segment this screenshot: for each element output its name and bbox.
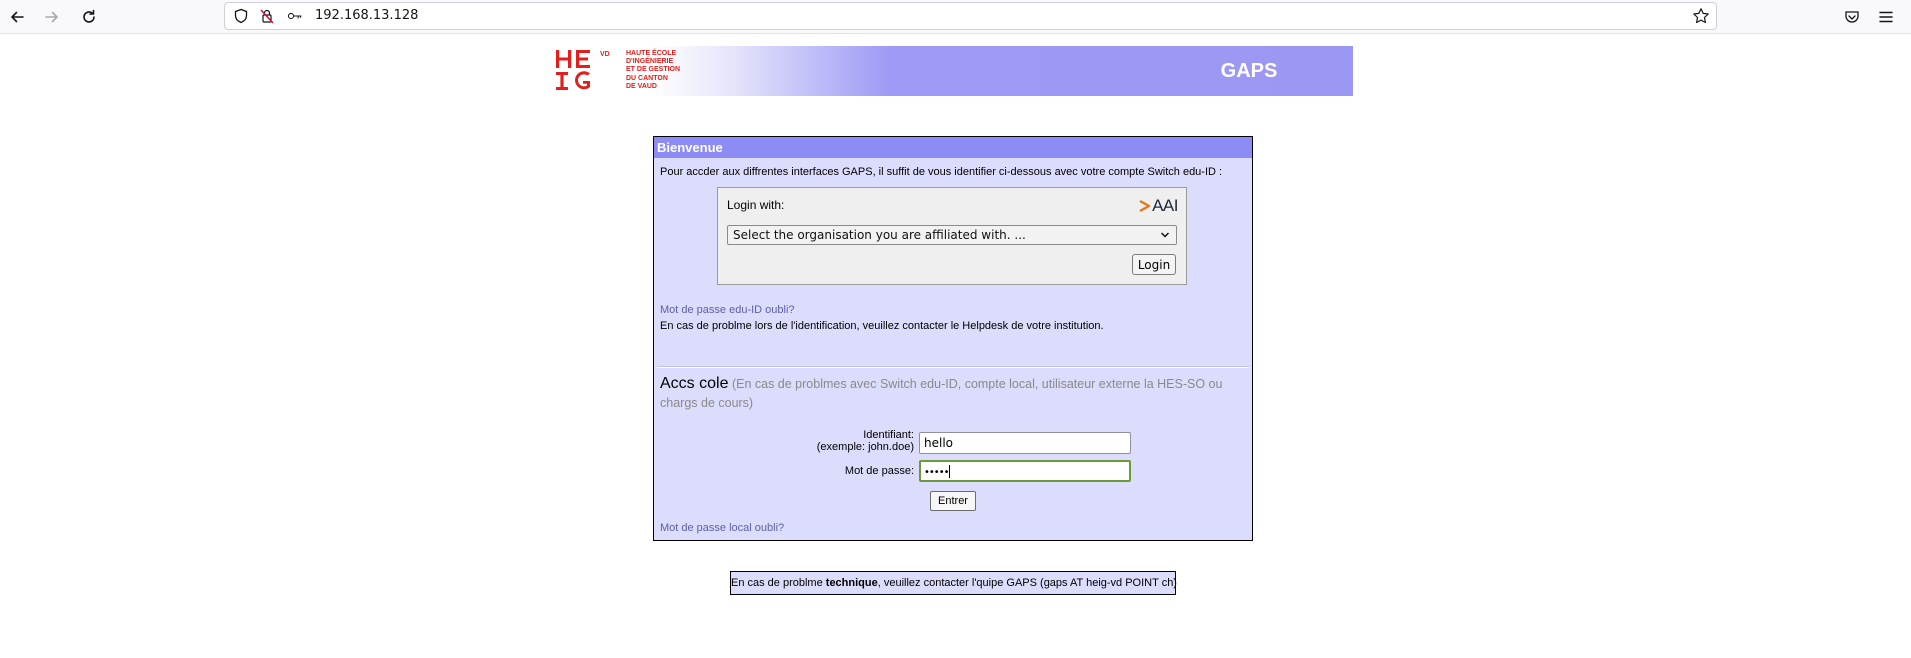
reload-icon[interactable]	[75, 3, 103, 31]
logo-wordmark: HAUTE ÉCOLE D'INGÉNIERIE ET DE GESTION D…	[626, 50, 681, 90]
aai-logo: AAI	[1139, 196, 1178, 216]
welcome-panel: Bienvenue Pour accder aux diffrentes int…	[653, 136, 1253, 541]
text-caret	[948, 465, 950, 478]
technical-contact-note: En cas de problme technique, veuillez co…	[730, 571, 1177, 595]
organisation-select[interactable]: Select the organisation you are affiliat…	[727, 225, 1177, 245]
url-text[interactable]: 192.168.13.128	[315, 8, 418, 23]
chevron-down-icon	[1160, 232, 1170, 238]
key-icon[interactable]	[285, 8, 305, 24]
browser-toolbar: 192.168.13.128	[0, 0, 1911, 34]
password-label: Mot de passe:	[844, 465, 914, 477]
identifiant-label: Identifiant: (exemple: john.doe)	[816, 429, 914, 453]
forgot-eduid-link[interactable]: Mot de passe edu-ID oubli?	[660, 304, 795, 316]
identifiant-input[interactable]: hello	[919, 432, 1131, 454]
gaps-banner: VD HAUTE ÉCOLE D'INGÉNIERIE ET DE GESTIO…	[554, 46, 1353, 96]
forgot-local-password-link[interactable]: Mot de passe local oubli?	[660, 522, 784, 534]
permissions-blocked-icon[interactable]	[259, 8, 275, 24]
svg-text:VD: VD	[600, 51, 610, 58]
forward-arrow-icon[interactable]	[38, 3, 66, 31]
entrer-button[interactable]: Entrer	[930, 491, 976, 511]
bookmark-star-icon[interactable]	[1692, 7, 1710, 25]
aai-arrow-icon	[1139, 199, 1151, 213]
pocket-icon[interactable]	[1840, 5, 1864, 29]
acces-ecole-heading: Accs cole (En cas de problmes avec Switc…	[660, 375, 1223, 410]
login-button[interactable]: Login	[1132, 254, 1176, 275]
heig-vd-logo: VD	[556, 50, 610, 90]
intro-text: Pour accder aux diffrentes interfaces GA…	[660, 166, 1223, 178]
hamburger-menu-icon[interactable]	[1874, 5, 1898, 29]
url-bar[interactable]: 192.168.13.128	[224, 2, 1717, 30]
shield-icon[interactable]	[233, 8, 249, 24]
acces-note: (En cas de problmes avec Switch edu-ID, …	[660, 377, 1223, 410]
password-input[interactable]: •••••	[919, 460, 1131, 482]
panel-header: Bienvenue	[654, 137, 1252, 158]
sso-login-box: Login with: AAI Select the organisation …	[717, 187, 1187, 285]
helpdesk-text: En cas de problme lors de l'identificati…	[660, 320, 1104, 332]
back-arrow-icon[interactable]	[3, 3, 31, 31]
section-divider	[657, 366, 1249, 368]
app-title: GAPS	[1220, 60, 1278, 82]
login-with-label: Login with:	[727, 198, 785, 212]
